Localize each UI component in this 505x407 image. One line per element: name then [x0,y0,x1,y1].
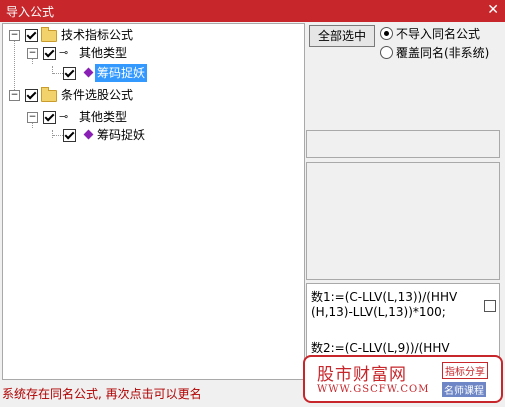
tree-connector [53,135,63,136]
key-icon: ⊸ [59,46,69,59]
window-title: 导入公式 [6,5,55,19]
watermark-url: WWW.GSCFW.COM [317,384,430,395]
formula-line: 数2:=(C-LLV(L,9))/(HHV [311,341,450,355]
select-all-button[interactable]: 全部选中 [309,25,375,47]
formula-checkbox[interactable] [484,300,496,312]
checkbox-checked[interactable] [63,129,76,142]
radio-overwrite-label[interactable]: 覆盖同名(非系统) [396,44,489,61]
folder-icon [41,27,57,42]
folder-icon [41,87,57,102]
tree-node-label-selected: 筹码捉妖 [95,64,148,82]
tree-node-chip-formula-2[interactable]: 筹码捉妖 [3,126,203,144]
tree-node-label: 条件选股公式 [61,88,134,102]
radio-no-import-label[interactable]: 不导入同名公式 [396,25,480,42]
watermark-tag: 名师课程 [442,382,486,397]
collapse-icon[interactable]: − [27,48,38,59]
watermark-tag: 指标分享 [442,362,488,379]
status-message: 系统存在同名公式, 再次点击可以更名 [2,387,202,401]
collapse-icon[interactable]: − [9,30,20,41]
collapse-icon[interactable]: − [9,90,20,101]
tree-node-chip-formula[interactable]: 筹码捉妖 [3,64,203,82]
tree-connector [53,73,63,74]
formula-icon [83,67,94,78]
collapse-icon[interactable]: − [27,112,38,123]
checkbox-checked[interactable] [63,67,76,80]
tree-node-other-type[interactable]: − ⊸ 其他类型 [3,44,203,62]
formula-line: (H,13)-LLV(L,13))*100; [311,305,446,319]
checkbox-checked[interactable] [25,29,38,42]
formula-line: 数1:=(C-LLV(L,13))/(HHV [311,290,458,304]
title-bar: 导入公式 ✕ [0,0,505,22]
tree-node-stock-select[interactable]: − 条件选股公式 [3,86,203,104]
tree-node-label: 筹码捉妖 [97,128,146,142]
radio-no-import[interactable] [380,27,393,40]
radio-overwrite[interactable] [380,46,393,59]
formula-icon [83,129,94,140]
tree-node-tech-indicator[interactable]: − 技术指标公式 [3,26,203,44]
watermark-name: 股市财富网 [317,365,407,385]
site-watermark: 股市财富网 WWW.GSCFW.COM 指标分享 名师课程 [303,355,503,403]
tree-node-other-type-2[interactable]: − ⊸ 其他类型 [3,108,203,126]
key-icon: ⊸ [59,110,69,123]
tree-node-label: 其他类型 [79,110,128,124]
description-area[interactable] [306,162,500,280]
checkbox-checked[interactable] [43,47,56,60]
tree-node-label: 其他类型 [79,46,128,60]
checkbox-checked[interactable] [25,89,38,102]
close-icon[interactable]: ✕ [487,2,499,18]
tree-node-label: 技术指标公式 [61,28,134,42]
name-field[interactable] [306,130,500,158]
checkbox-checked[interactable] [43,111,56,124]
formula-tree[interactable]: − 技术指标公式 − ⊸ 其他类型 筹码捉妖 − 条件选股公式 − ⊸ 其他类型… [2,23,305,380]
